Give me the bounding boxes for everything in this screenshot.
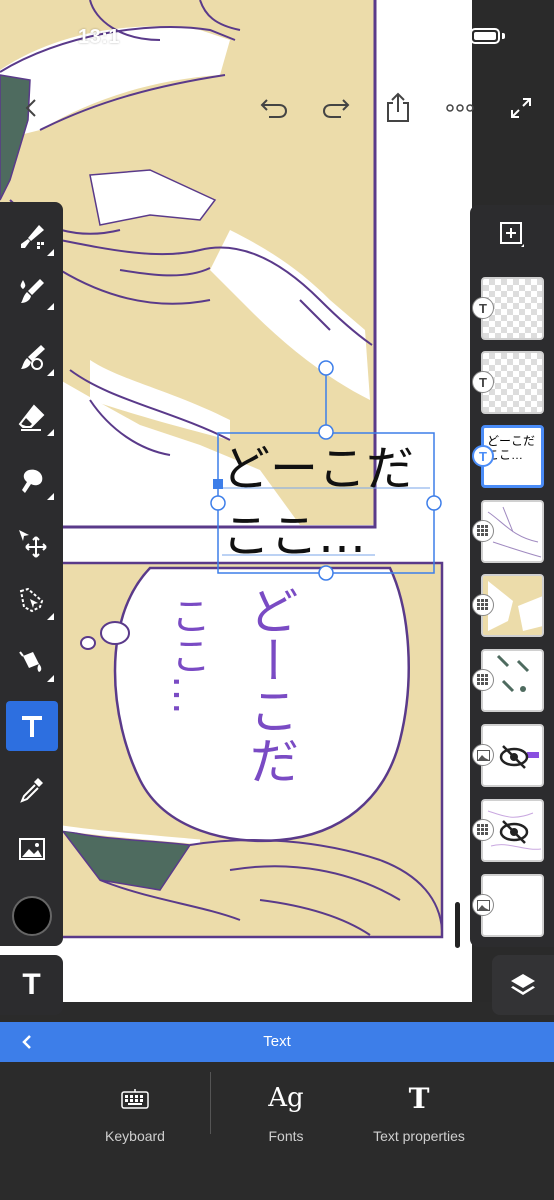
more-icon: [446, 104, 474, 112]
pixel-brush-tool[interactable]: [6, 212, 58, 262]
pixel-layer-icon: [472, 520, 494, 542]
undo-icon: [260, 99, 288, 118]
lasso-tool[interactable]: [6, 576, 58, 626]
transform-tool[interactable]: [6, 518, 58, 568]
live-brush-icon: [20, 279, 44, 303]
pixel-layer-icon: [472, 594, 494, 616]
text-box-line-1[interactable]: どーこだ: [222, 441, 414, 497]
status-time: 13:1: [78, 26, 121, 48]
text-layer-icon: T: [472, 371, 494, 393]
resize-handle-top[interactable]: [318, 424, 334, 440]
expand-icon: [511, 98, 531, 118]
bubble-text-left: ここ…: [164, 595, 210, 715]
artwork: どーこだ ここ… どーこだ ここ…: [0, 0, 444, 939]
eraser-tool[interactable]: [6, 392, 58, 442]
image-layer-icon: [472, 894, 494, 916]
pixel-brush-icon: [21, 225, 44, 249]
divider: [210, 1072, 211, 1134]
redo-icon: [322, 99, 350, 118]
pixel-layer-icon: [472, 819, 494, 841]
fonts-icon: Ag: [268, 1083, 304, 1113]
battery-icon: [470, 28, 500, 44]
chevron-left-icon: [22, 1035, 31, 1049]
context-title: Text: [263, 1033, 291, 1050]
fonts-label: Fonts: [268, 1128, 304, 1144]
keyboard-option[interactable]: Keyboard: [100, 1078, 170, 1158]
battery-tip: [502, 33, 505, 39]
current-tool-indicator[interactable]: T: [0, 955, 63, 1015]
share-icon: [387, 92, 409, 122]
fonts-option[interactable]: Ag Fonts: [256, 1078, 316, 1158]
panel-resize-handle[interactable]: [455, 902, 460, 948]
image-icon: [19, 838, 45, 860]
text-icon: [22, 716, 42, 737]
pixel-layer-icon: [472, 669, 494, 691]
live-brush-tool[interactable]: [6, 266, 58, 316]
share-button[interactable]: [380, 90, 416, 126]
color-swatch[interactable]: [12, 896, 52, 936]
context-back-button[interactable]: [20, 1022, 34, 1062]
text-tool[interactable]: [6, 701, 58, 751]
drawing-canvas[interactable]: どーこだ ここ… どーこだ ここ…: [0, 0, 472, 1002]
eraser-icon: [18, 404, 45, 431]
smudge-icon: [22, 469, 43, 493]
text-layer-icon: T: [472, 297, 494, 319]
eyedropper-icon: [20, 778, 43, 803]
text-properties-icon: T: [408, 1081, 430, 1115]
fill-tool[interactable]: [6, 638, 58, 688]
image-tool[interactable]: [6, 824, 58, 874]
keyboard-icon: [121, 1089, 149, 1109]
resize-handle-right[interactable]: [426, 495, 442, 511]
vector-brush-icon: [21, 345, 45, 370]
more-button[interactable]: [442, 90, 478, 126]
layers-icon: [511, 974, 535, 995]
add-layer-icon[interactable]: [498, 220, 526, 248]
fill-icon: [19, 651, 42, 672]
vector-brush-tool[interactable]: [6, 332, 58, 382]
text-layer-icon: T: [472, 445, 494, 467]
lasso-icon: [19, 587, 44, 613]
layers-button[interactable]: [492, 955, 554, 1015]
smudge-tool[interactable]: [6, 456, 58, 506]
current-tool-label: T: [22, 968, 41, 1001]
context-bar: Text: [0, 1022, 554, 1062]
image-layer-icon: [472, 744, 494, 766]
resize-handle-bottom[interactable]: [318, 565, 334, 581]
keyboard-label: Keyboard: [105, 1128, 165, 1144]
undo-button[interactable]: [256, 90, 292, 126]
app-root: どーこだ ここ… どーこだ ここ… 13:1 T T T どーこだ ここ… T …: [0, 0, 554, 1200]
chevron-left-icon: [25, 99, 36, 117]
rotate-handle[interactable]: [318, 360, 334, 376]
fullscreen-button[interactable]: [503, 90, 539, 126]
eyedropper-tool[interactable]: [6, 764, 58, 814]
text-box-line-2[interactable]: ここ…: [222, 508, 366, 564]
text-properties-label: Text properties: [373, 1128, 465, 1144]
resize-handle-left[interactable]: [210, 495, 226, 511]
bubble-text-right: どーこだ: [241, 585, 299, 785]
redo-button[interactable]: [318, 90, 354, 126]
text-properties-option[interactable]: T Text properties: [368, 1078, 470, 1158]
transform-icon: [19, 530, 47, 558]
back-button[interactable]: [14, 90, 50, 126]
